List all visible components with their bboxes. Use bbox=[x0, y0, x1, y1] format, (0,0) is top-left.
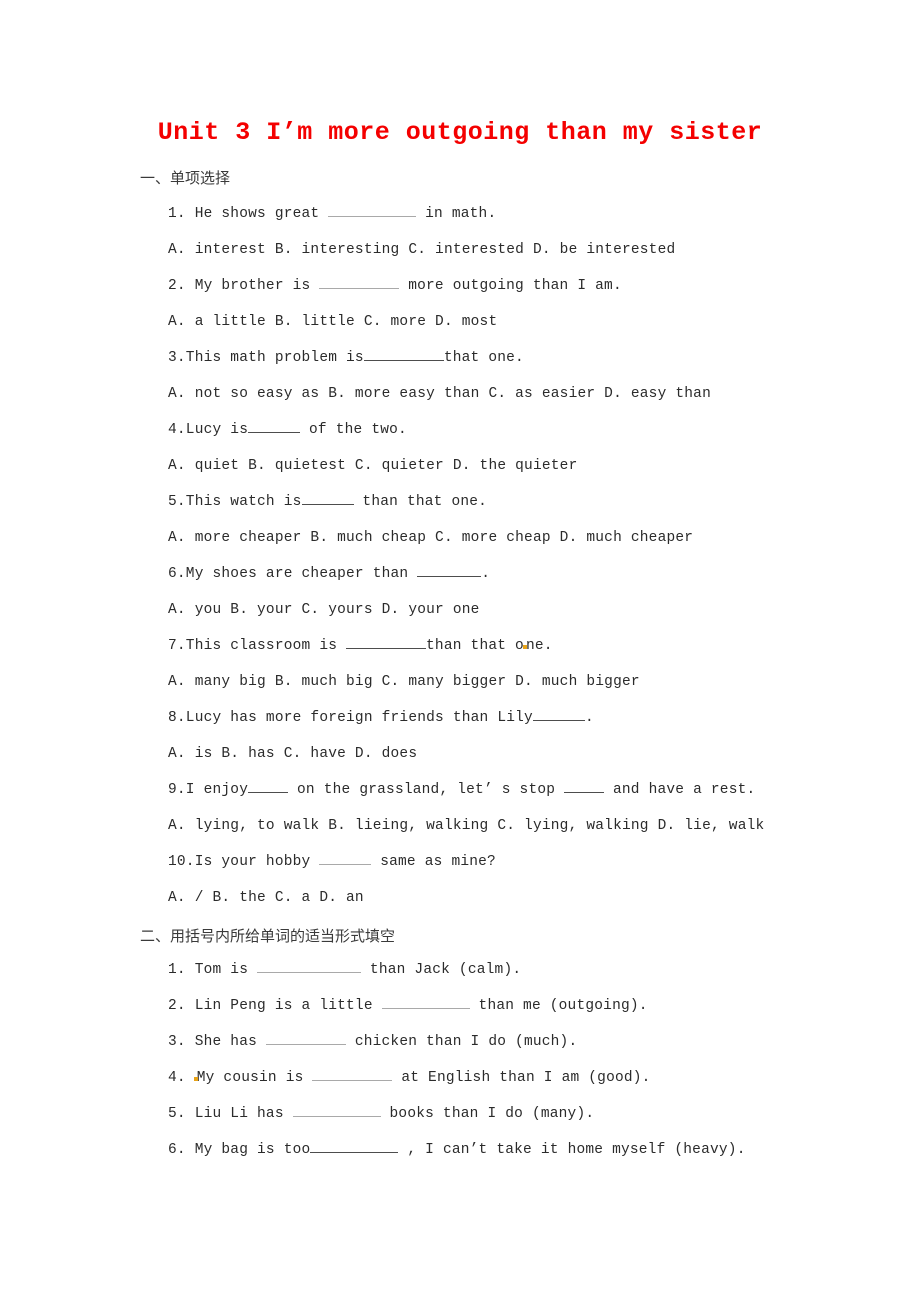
question-9-options: A. lying, to walk B. lieing, walking C. … bbox=[168, 818, 765, 834]
question-6-blank[interactable] bbox=[417, 562, 482, 577]
question-8: 8.Lucy has more foreign friends than Lil… bbox=[140, 700, 860, 736]
question-2-text-after: more outgoing than I am. bbox=[399, 278, 622, 294]
question-1-blank[interactable] bbox=[328, 202, 417, 217]
section-heading-multiple-choice: 一、单项选择 bbox=[140, 169, 231, 187]
fill-item-1-text-after: than Jack (calm). bbox=[361, 962, 522, 978]
section-1-lines: 1. He shows great in math. A. interest B… bbox=[140, 196, 860, 916]
question-10-options: A. / B. the C. a D. an bbox=[168, 890, 364, 906]
section-2-lines: 1. Tom is than Jack (calm). 2. Lin Peng … bbox=[140, 952, 860, 1168]
fill-item-2: 2. Lin Peng is a little than me (outgoin… bbox=[140, 988, 860, 1024]
fill-item-5-text-before: 5. Liu Li has bbox=[168, 1106, 293, 1122]
fill-item-4-text-after: at English than I am (good). bbox=[392, 1070, 651, 1086]
fill-item-4-text-number: 4. bbox=[168, 1070, 195, 1086]
fill-item-2-text-after: than me (outgoing). bbox=[469, 998, 648, 1014]
question-5-text-before: 5.This watch is bbox=[168, 494, 302, 510]
question-8-text-before: 8.Lucy has more foreign friends than Lil… bbox=[168, 710, 533, 726]
question-6-text-before: 6.My shoes are cheaper than bbox=[168, 566, 418, 582]
fill-item-3-text-before: 3. She has bbox=[168, 1034, 266, 1050]
question-2-text-before: 2. My brother is bbox=[168, 278, 320, 294]
fill-item-5-blank[interactable] bbox=[292, 1102, 381, 1117]
fill-item-3-text-after: chicken than I do (much). bbox=[345, 1034, 578, 1050]
question-10-blank[interactable] bbox=[319, 850, 372, 865]
fill-item-6-text-before: 6. My bag is too bbox=[168, 1142, 311, 1158]
question-2-options: A. a little B. little C. more D. most bbox=[168, 314, 498, 330]
fill-item-1-blank[interactable] bbox=[257, 958, 362, 973]
question-2-blank[interactable] bbox=[319, 274, 400, 289]
fill-item-3-blank[interactable] bbox=[265, 1030, 346, 1045]
question-6-text-after: . bbox=[481, 566, 491, 582]
question-1-options: A. interest B. interesting C. interested… bbox=[168, 242, 676, 258]
fill-item-6: 6. My bag is too , I can’t take it home … bbox=[140, 1132, 860, 1168]
fill-item-3: 3. She has chicken than I do (much). bbox=[140, 1024, 860, 1060]
question-7-text-before: 7.This classroom is bbox=[168, 638, 347, 654]
question-5: 5.This watch is than that one. bbox=[140, 484, 860, 520]
fill-item-5: 5. Liu Li has books than I do (many). bbox=[140, 1096, 860, 1132]
question-7-text-after2: ne. bbox=[525, 638, 553, 654]
question-3-options: A. not so easy as B. more easy than C. a… bbox=[168, 386, 711, 402]
question-7-options: A. many big B. much big C. many bigger D… bbox=[168, 674, 640, 690]
worksheet-body: 一、单项选择 1. He shows great in math. A. int… bbox=[140, 166, 860, 1168]
question-2: 2. My brother is more outgoing than I am… bbox=[140, 268, 860, 304]
fill-item-4: 4. My cousin is at English than I am (go… bbox=[140, 1060, 860, 1096]
question-5-text-after: than that one. bbox=[353, 494, 488, 510]
question-1: 1. He shows great in math. bbox=[140, 196, 860, 232]
fill-item-6-text-after: , I can’t take it home myself (heavy). bbox=[398, 1142, 746, 1158]
question-10-text-after: same as mine? bbox=[371, 854, 496, 870]
question-7: 7.This classroom is than that o ne. bbox=[140, 628, 860, 664]
scan-speck-artifact-icon bbox=[522, 645, 527, 649]
question-5-blank[interactable] bbox=[301, 490, 354, 505]
fill-item-6-blank[interactable] bbox=[310, 1138, 399, 1153]
question-7-blank[interactable] bbox=[346, 634, 427, 649]
question-7-text-after: than that o bbox=[426, 638, 524, 654]
question-4-text-after: of the two. bbox=[300, 422, 407, 438]
question-6: 6.My shoes are cheaper than . bbox=[140, 556, 860, 592]
question-3-text-after: that one. bbox=[443, 350, 524, 366]
fill-item-1: 1. Tom is than Jack (calm). bbox=[140, 952, 860, 988]
question-4-blank[interactable] bbox=[248, 418, 301, 433]
question-8-blank[interactable] bbox=[532, 706, 585, 721]
worksheet-page: Unit 3 I’m more outgoing than my sister … bbox=[0, 0, 920, 1302]
question-1-text-after: in math. bbox=[416, 206, 497, 222]
question-5-options: A. more cheaper B. much cheap C. more ch… bbox=[168, 530, 694, 546]
question-4-text-before: 4.Lucy is bbox=[168, 422, 249, 438]
question-10-text-before: 10.Is your hobby bbox=[168, 854, 320, 870]
question-4: 4.Lucy is of the two. bbox=[140, 412, 860, 448]
fill-item-2-blank[interactable] bbox=[381, 994, 470, 1009]
page-title: Unit 3 I’m more outgoing than my sister bbox=[157, 118, 763, 147]
fill-item-4-text-before: My cousin is bbox=[196, 1070, 313, 1086]
question-9-blank-1[interactable] bbox=[248, 778, 289, 793]
question-9: 9.I enjoy on the grassland, let’ s stop … bbox=[140, 772, 860, 808]
question-8-options: A. is B. has C. have D. does bbox=[168, 746, 418, 762]
question-1-text-before: 1. He shows great bbox=[168, 206, 329, 222]
fill-item-5-text-after: books than I do (many). bbox=[380, 1106, 595, 1122]
question-9-text-after2: and have a rest. bbox=[604, 782, 756, 798]
question-3-blank[interactable] bbox=[363, 346, 444, 361]
section-heading-word-forms: 二、用括号内所给单词的适当形式填空 bbox=[140, 927, 396, 945]
fill-item-4-blank[interactable] bbox=[312, 1066, 393, 1081]
question-10: 10.Is your hobby same as mine? bbox=[140, 844, 860, 880]
question-9-blank-2[interactable] bbox=[564, 778, 605, 793]
scan-speck-artifact-icon bbox=[193, 1077, 198, 1081]
question-3: 3.This math problem is that one. bbox=[140, 340, 860, 376]
question-9-text-before: 9.I enjoy bbox=[168, 782, 249, 798]
question-8-text-after: . bbox=[584, 710, 594, 726]
question-4-options: A. quiet B. quietest C. quieter D. the q… bbox=[168, 458, 578, 474]
fill-item-1-text-before: 1. Tom is bbox=[168, 962, 258, 978]
question-3-text-before: 3.This math problem is bbox=[168, 350, 364, 366]
question-9-text-after: on the grassland, let’ s stop bbox=[288, 782, 565, 798]
fill-item-2-text-before: 2. Lin Peng is a little bbox=[168, 998, 382, 1014]
question-6-options: A. you B. your C. yours D. your one bbox=[168, 602, 480, 618]
